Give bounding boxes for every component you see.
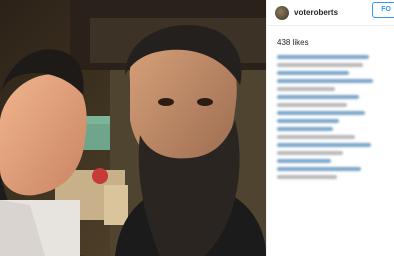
comment-line — [277, 143, 371, 147]
follow-button[interactable]: FO — [372, 2, 394, 18]
comment-line — [277, 111, 365, 115]
post-photo[interactable] — [0, 0, 266, 256]
comment-line — [277, 63, 363, 67]
comment-line — [277, 71, 349, 75]
comment-line — [277, 175, 337, 179]
comment-line — [277, 127, 333, 131]
comment-line — [277, 55, 369, 59]
comment-line — [277, 159, 331, 163]
comment-line — [277, 103, 347, 107]
likes-count[interactable]: 438 likes — [277, 38, 309, 47]
instagram-post: voteroberts FO 438 likes — [0, 0, 394, 256]
comments-list — [277, 55, 389, 183]
post-sidebar: voteroberts FO 438 likes — [266, 0, 394, 256]
comment-line — [277, 167, 361, 171]
comment-line — [277, 119, 339, 123]
comment-line — [277, 151, 343, 155]
comment-line — [277, 95, 359, 99]
user-avatar[interactable] — [275, 5, 289, 20]
selfie-photo — [0, 0, 266, 256]
username[interactable]: voteroberts — [294, 8, 338, 17]
comment-line — [277, 135, 355, 139]
post-header: voteroberts FO — [267, 0, 394, 26]
comment-line — [277, 87, 335, 91]
comment-line — [277, 79, 373, 83]
